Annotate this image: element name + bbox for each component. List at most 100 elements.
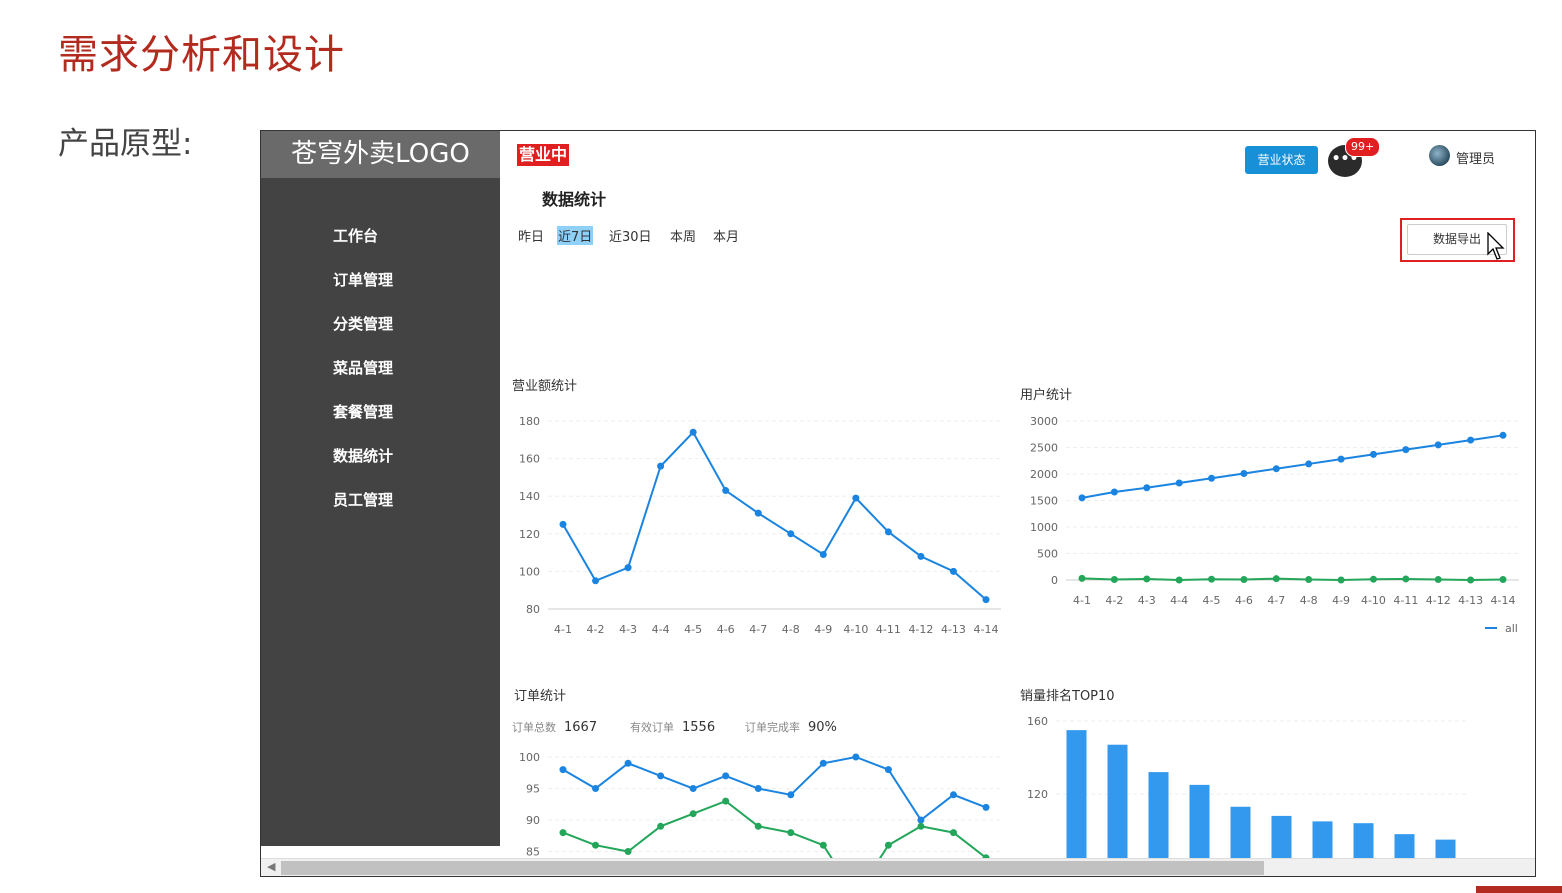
data-point bbox=[1467, 576, 1475, 584]
x-tick-label: 4-8 bbox=[782, 623, 800, 636]
data-point bbox=[982, 803, 990, 811]
revenue-chart-title: 营业额统计 bbox=[512, 379, 578, 394]
data-point bbox=[819, 550, 827, 558]
x-tick-label: 4-3 bbox=[619, 623, 637, 636]
sidebar-item-orders[interactable]: 订单管理 bbox=[333, 269, 393, 290]
x-tick-label: 4-14 bbox=[974, 623, 999, 636]
kpi-completion-rate: 订单完成率 90% bbox=[745, 719, 837, 735]
x-tick-label: 4-12 bbox=[1426, 594, 1451, 607]
data-point bbox=[754, 785, 762, 792]
data-point bbox=[1369, 575, 1377, 583]
x-tick-label: 4-4 bbox=[652, 623, 670, 636]
data-point bbox=[949, 567, 957, 575]
message-count-badge: 99+ bbox=[1345, 137, 1381, 157]
x-tick-label: 4-13 bbox=[1458, 594, 1483, 607]
sidebar-item-dishes[interactable]: 菜品管理 bbox=[333, 357, 393, 378]
data-point bbox=[917, 552, 925, 560]
data-point bbox=[787, 791, 795, 799]
data-point bbox=[949, 791, 957, 799]
sidebar-item-statistics[interactable]: 数据统计 bbox=[333, 445, 393, 466]
y-tick-label: 1000 bbox=[1030, 521, 1058, 534]
data-point bbox=[852, 753, 860, 761]
data-point bbox=[1434, 441, 1442, 449]
data-point bbox=[1272, 465, 1280, 473]
x-tick-label: 4-6 bbox=[717, 623, 735, 636]
tab-yesterday[interactable]: 昨日 bbox=[518, 226, 544, 245]
data-point bbox=[559, 829, 567, 837]
prototype-window: 苍穹外卖LOGO 工作台 订单管理 分类管理 菜品管理 套餐管理 数据统计 员工… bbox=[260, 130, 1536, 877]
slide-label: 产品原型: bbox=[58, 126, 193, 162]
y-tick-label: 100 bbox=[519, 751, 540, 764]
sidebar-item-workbench[interactable]: 工作台 bbox=[333, 225, 378, 246]
data-point bbox=[624, 848, 632, 855]
bar bbox=[1230, 806, 1251, 858]
y-tick-label: 3000 bbox=[1030, 415, 1058, 428]
kpi-label: 有效订单 bbox=[630, 721, 674, 734]
x-tick-label: 4-1 bbox=[554, 623, 572, 636]
y-tick-label: 2500 bbox=[1030, 442, 1058, 455]
admin-name[interactable]: 管理员 bbox=[1456, 148, 1495, 167]
orders-chart-title: 订单统计 bbox=[514, 689, 567, 704]
kpi-value: 1556 bbox=[682, 720, 716, 735]
data-point bbox=[722, 797, 730, 805]
x-tick-label: 4-5 bbox=[1203, 594, 1221, 607]
data-point bbox=[1305, 575, 1313, 583]
horizontal-scrollbar[interactable]: ◀ bbox=[261, 858, 1535, 876]
scroll-left-icon[interactable]: ◀ bbox=[267, 860, 275, 873]
x-tick-label: 4-1 bbox=[1073, 594, 1091, 607]
y-tick-label: 100 bbox=[519, 565, 540, 578]
tab-this-month[interactable]: 本月 bbox=[713, 226, 739, 245]
avatar-icon[interactable] bbox=[1429, 145, 1450, 166]
data-point bbox=[1434, 575, 1442, 583]
data-point bbox=[917, 816, 925, 824]
kpi-total-orders: 订单总数 1667 bbox=[512, 719, 597, 735]
sidebar-item-categories[interactable]: 分类管理 bbox=[333, 313, 393, 334]
data-point bbox=[982, 596, 990, 604]
x-tick-label: 4-7 bbox=[749, 623, 767, 636]
status-badge: 营业中 bbox=[517, 144, 570, 166]
scrollbar-thumb[interactable] bbox=[281, 861, 1264, 875]
kpi-label: 订单完成率 bbox=[745, 721, 800, 734]
data-point bbox=[1078, 494, 1086, 502]
data-point bbox=[1467, 436, 1475, 444]
data-point bbox=[1337, 576, 1345, 584]
y-tick-label: 160 bbox=[519, 453, 540, 466]
bar bbox=[1435, 839, 1456, 858]
business-status-button[interactable]: 营业状态 bbox=[1245, 146, 1318, 174]
data-point bbox=[884, 528, 892, 536]
tab-last-30-days[interactable]: 近30日 bbox=[609, 226, 652, 245]
tab-last-7-days[interactable]: 近7日 bbox=[557, 226, 594, 245]
app-logo: 苍穹外卖LOGO bbox=[261, 131, 500, 178]
data-point bbox=[1240, 575, 1248, 583]
data-point bbox=[1208, 575, 1216, 583]
data-point bbox=[1402, 575, 1410, 583]
data-point bbox=[1499, 575, 1507, 583]
top10-chart: 80120160 bbox=[1027, 715, 1466, 858]
y-tick-label: 95 bbox=[526, 783, 540, 796]
data-point bbox=[592, 841, 600, 849]
y-tick-label: 120 bbox=[519, 528, 540, 541]
x-tick-label: 4-9 bbox=[814, 623, 832, 636]
y-tick-label: 500 bbox=[1037, 548, 1058, 561]
sidebar-item-employees[interactable]: 员工管理 bbox=[333, 489, 393, 510]
data-point bbox=[624, 564, 632, 572]
data-point bbox=[1143, 484, 1151, 492]
data-point bbox=[1143, 575, 1151, 583]
data-point bbox=[949, 829, 957, 837]
sidebar-item-setmeals[interactable]: 套餐管理 bbox=[333, 401, 393, 422]
bar bbox=[1394, 834, 1415, 858]
data-point bbox=[884, 841, 892, 849]
data-point bbox=[1305, 460, 1313, 468]
x-tick-label: 4-14 bbox=[1491, 594, 1516, 607]
data-point bbox=[1272, 575, 1280, 583]
x-tick-label: 4-2 bbox=[1105, 594, 1123, 607]
bar bbox=[1066, 730, 1087, 858]
data-point bbox=[852, 494, 860, 502]
tab-this-week[interactable]: 本周 bbox=[670, 226, 696, 245]
data-point bbox=[1240, 469, 1248, 477]
data-point bbox=[819, 841, 827, 849]
y-tick-label: 85 bbox=[526, 846, 540, 859]
y-tick-label: 160 bbox=[1027, 715, 1048, 728]
data-point bbox=[1110, 488, 1118, 496]
x-tick-label: 4-10 bbox=[843, 623, 868, 636]
